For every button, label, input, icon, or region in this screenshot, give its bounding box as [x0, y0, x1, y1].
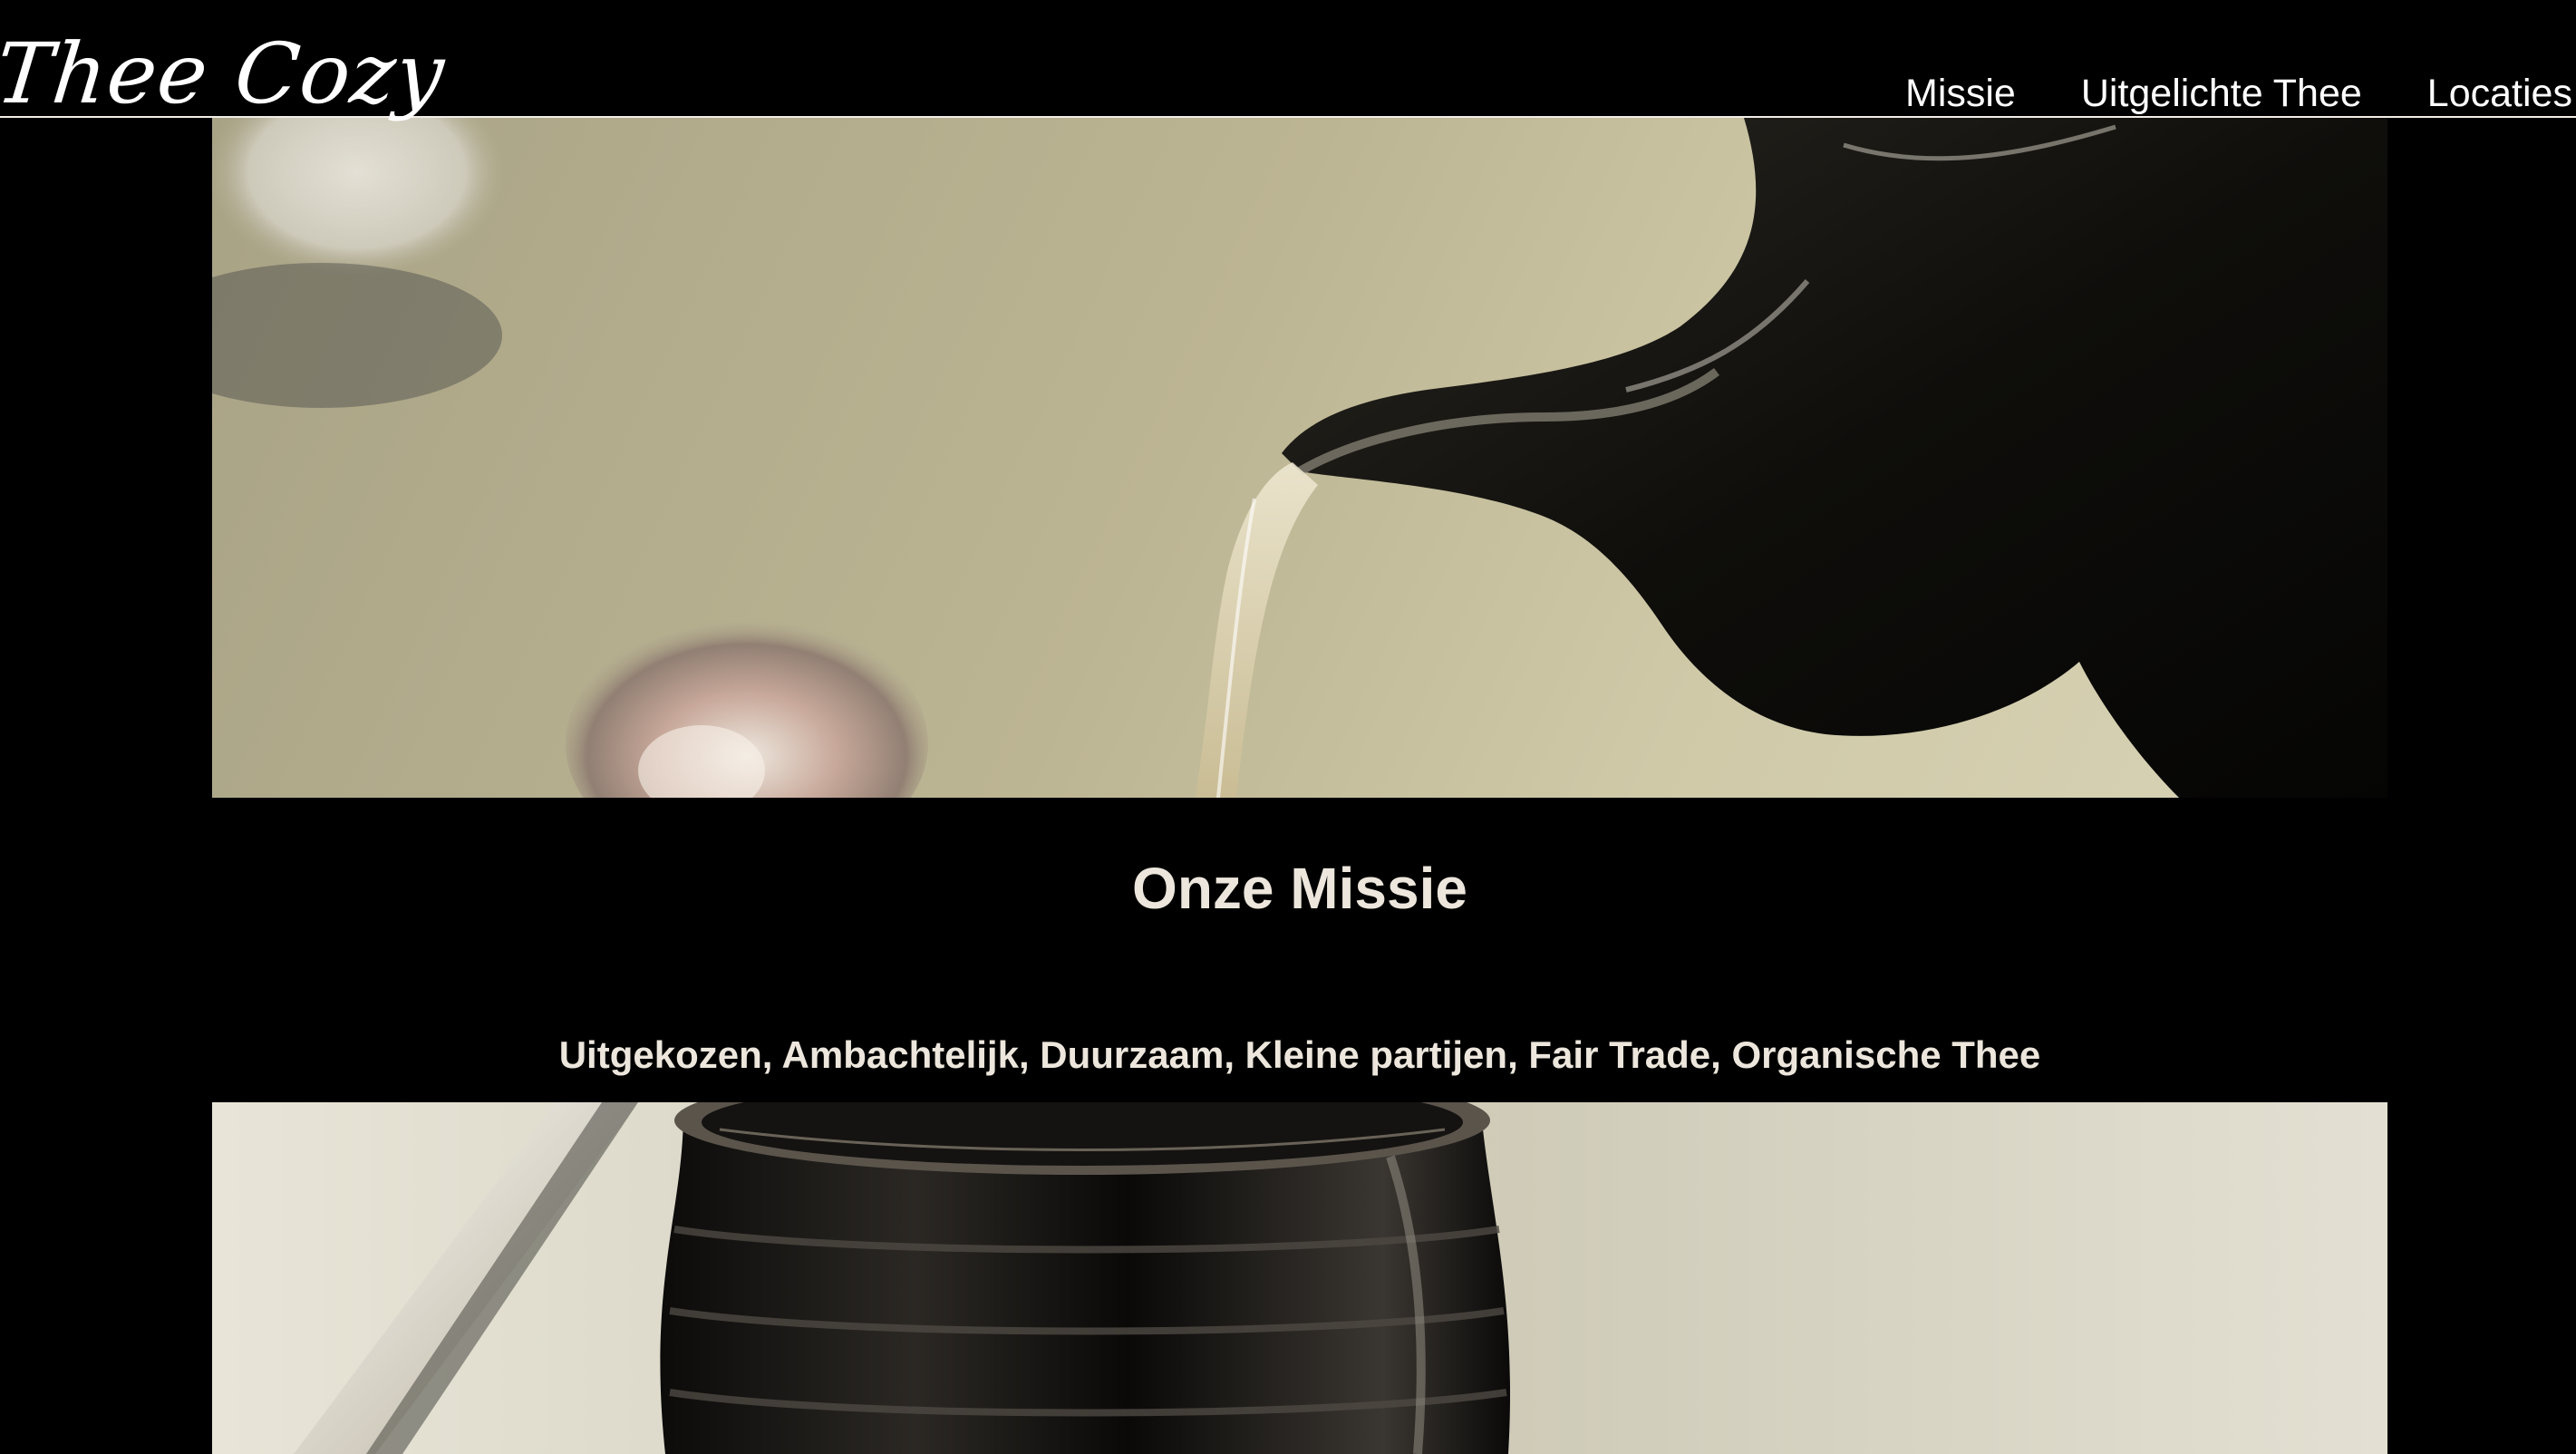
- mission-section: Onze Missie Uitgekozen, Ambachtelijk, Du…: [212, 798, 2387, 1102]
- teapot-pouring-illustration: [212, 118, 2387, 798]
- site-logo[interactable]: Thee Cozy: [0, 25, 450, 122]
- main-nav: Missie Uitgelichte Thee Locaties: [1905, 74, 2572, 113]
- hero-teapot-image: [212, 118, 2387, 798]
- nav-link-missie[interactable]: Missie: [1905, 74, 2016, 113]
- tea-cup-image: [212, 1102, 2387, 1454]
- nav-link-locaties[interactable]: Locaties: [2427, 74, 2572, 113]
- site-header: Thee Cozy Missie Uitgelichte Thee Locati…: [0, 0, 2576, 122]
- mission-title: Onze Missie: [1132, 855, 1467, 921]
- page: Thee Cozy Missie Uitgelichte Thee Locati…: [0, 0, 2576, 1454]
- mission-tagline: Uitgekozen, Ambachtelijk, Duurzaam, Klei…: [558, 1032, 2041, 1076]
- nav-link-uitgelichte-thee[interactable]: Uitgelichte Thee: [2081, 74, 2362, 113]
- tea-cup-illustration: [294, 1102, 1511, 1454]
